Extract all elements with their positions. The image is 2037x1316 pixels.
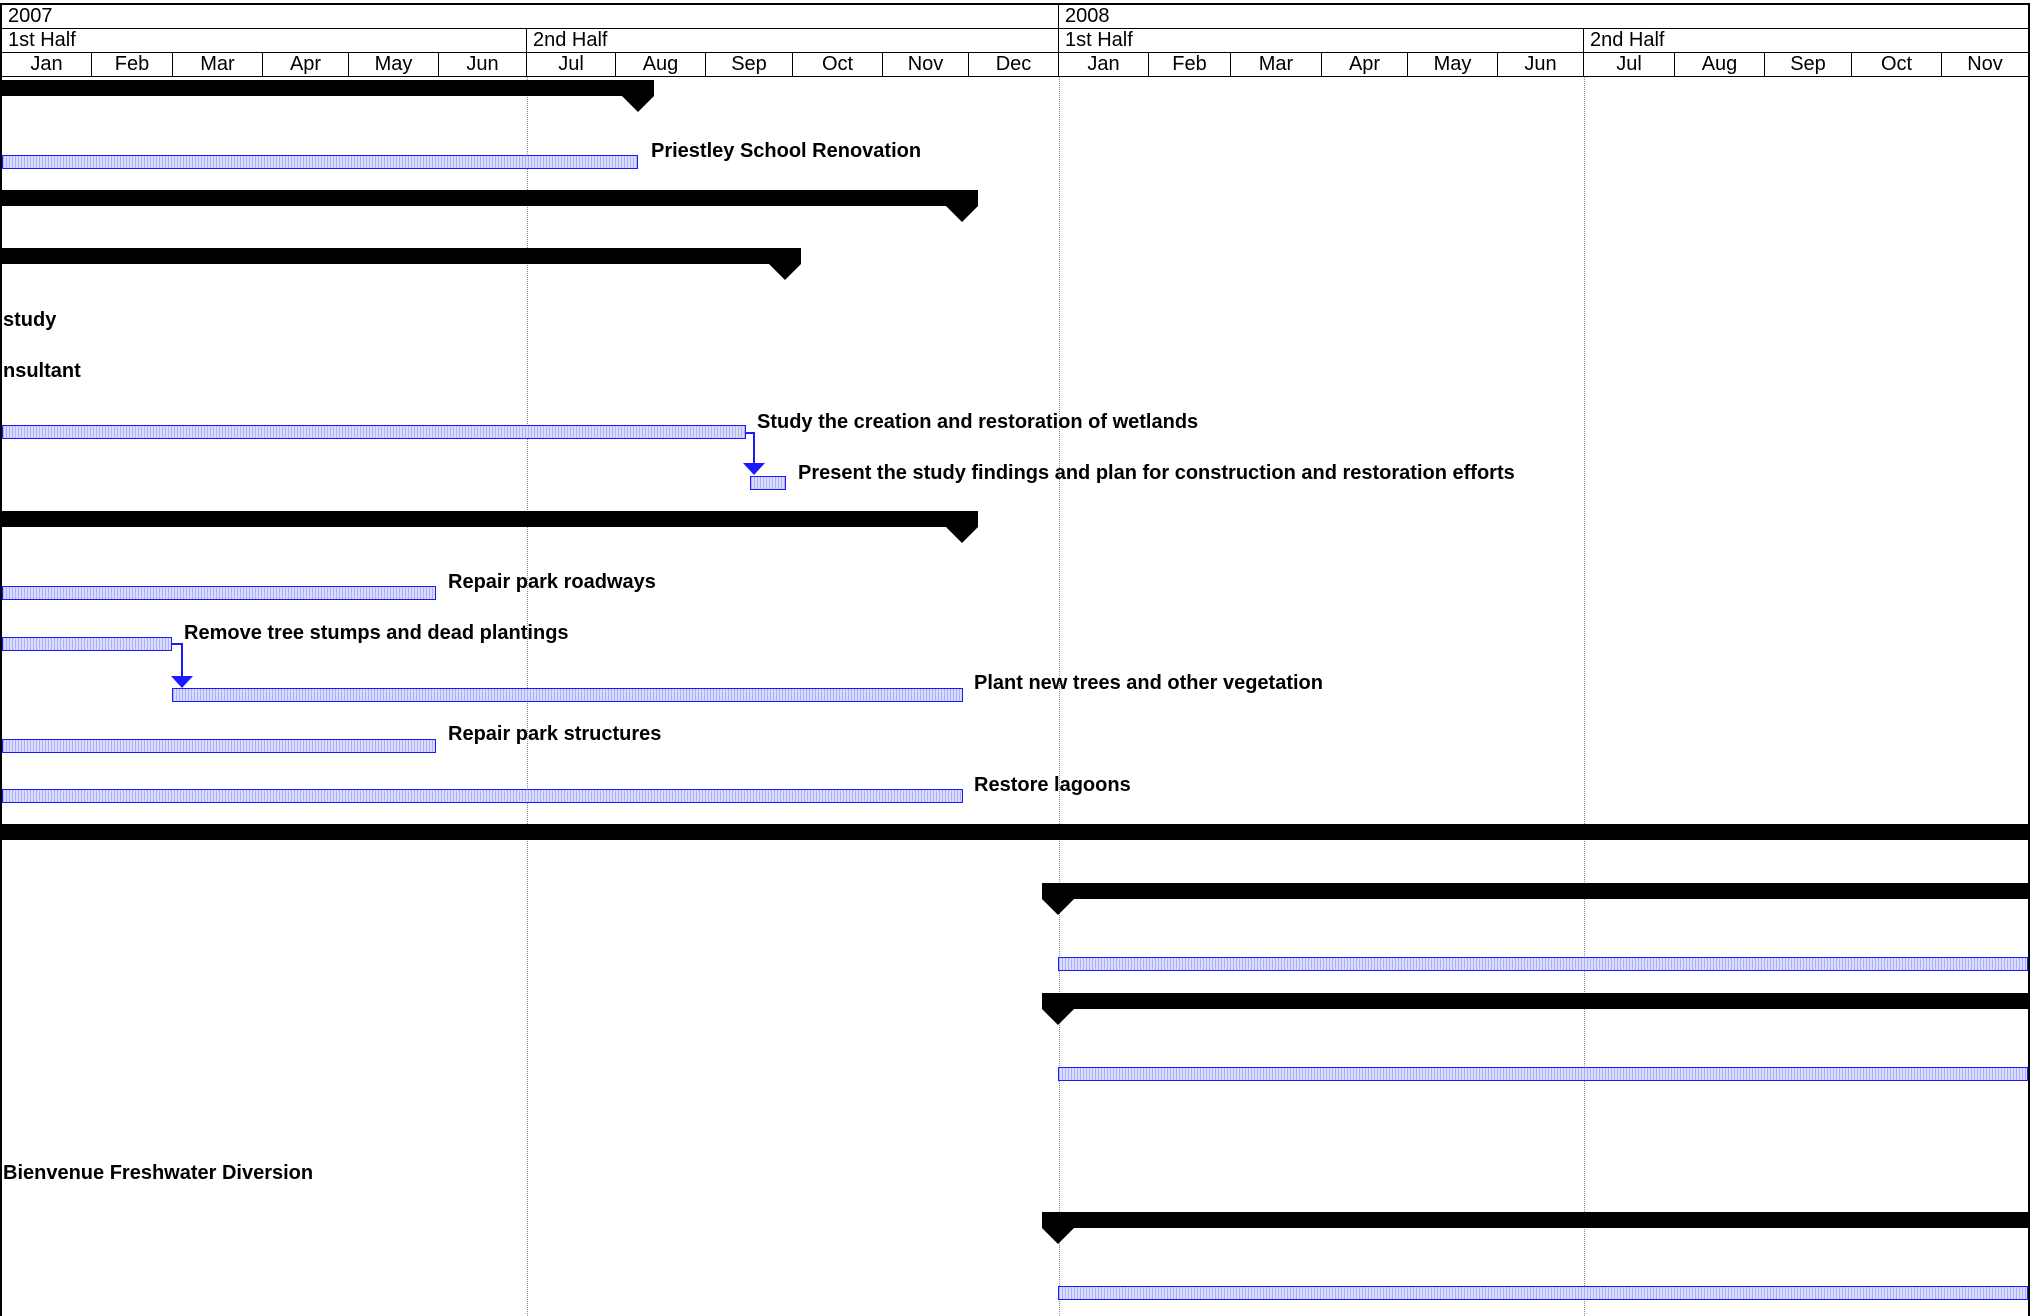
task-bar-study-wetlands[interactable] — [2, 425, 746, 439]
task-bar-plant-new-trees[interactable] — [172, 688, 963, 702]
task-bar-priestley-school-renovation[interactable] — [2, 155, 638, 169]
summary-bar[interactable] — [2, 824, 2028, 840]
month-header-aug-2008: Aug — [1675, 53, 1765, 77]
month-header-feb-2007: Feb — [92, 53, 173, 77]
month-header-jan-2007: Jan — [2, 53, 92, 77]
half-2007-1-header: 1st Half — [2, 29, 527, 53]
month-header-jun-2007: Jun — [439, 53, 527, 77]
dependency-line — [181, 643, 183, 677]
task-label-remove-tree-stumps: Remove tree stumps and dead plantings — [184, 622, 569, 644]
month-header-jan-2008: Jan — [1059, 53, 1149, 77]
task-bar-present-findings[interactable] — [750, 476, 786, 490]
half-2007-2-header: 2nd Half — [527, 29, 1059, 53]
truncated-row-label-consultant: nsultant — [3, 360, 81, 382]
task-label-restore-lagoons: Restore lagoons — [974, 774, 1131, 796]
task-label-priestley-school-renovation: Priestley School Renovation — [651, 140, 922, 162]
month-header-apr-2007: Apr — [263, 53, 349, 77]
task-bar-repair-park-roadways[interactable] — [2, 586, 436, 600]
summary-start-marker-tip — [1042, 899, 1074, 915]
summary-bar[interactable] — [1058, 993, 2028, 1009]
month-header-apr-2008: Apr — [1322, 53, 1408, 77]
half-2008-1-header: 1st Half — [1059, 29, 1584, 53]
summary-bar[interactable] — [2, 190, 977, 206]
task-bar[interactable] — [1058, 957, 2028, 971]
month-header-jul-2008: Jul — [1584, 53, 1675, 77]
month-header-dec-2007: Dec — [969, 53, 1059, 77]
summary-end-marker-tip — [769, 264, 801, 280]
month-header-nov-2008: Nov — [1942, 53, 2029, 77]
month-header-sep-2007: Sep — [706, 53, 793, 77]
month-header-may-2008: May — [1408, 53, 1498, 77]
task-bar[interactable] — [1058, 1286, 2028, 1300]
task-bar-repair-park-structures[interactable] — [2, 739, 436, 753]
month-header-sep-2008: Sep — [1765, 53, 1852, 77]
dependency-line — [753, 432, 755, 464]
dependency-arrow-icon — [171, 676, 193, 688]
summary-bar[interactable] — [2, 80, 638, 96]
summary-end-marker — [946, 190, 978, 206]
month-header-jun-2008: Jun — [1498, 53, 1584, 77]
task-label-study-wetlands: Study the creation and restoration of we… — [757, 411, 1199, 433]
summary-bar[interactable] — [1058, 1212, 2028, 1228]
task-bar-restore-lagoons[interactable] — [2, 789, 963, 803]
month-header-mar-2008: Mar — [1231, 53, 1322, 77]
task-label-repair-park-roadways: Repair park roadways — [448, 571, 656, 593]
summary-end-marker — [946, 511, 978, 527]
truncated-row-label-study: study — [3, 309, 57, 331]
summary-end-marker-tip — [622, 96, 654, 112]
month-header-feb-2008: Feb — [1149, 53, 1231, 77]
summary-end-marker — [622, 80, 654, 96]
gridline-2008-h1 — [1059, 77, 1060, 1316]
gridline-2008-h2 — [1584, 77, 1585, 1316]
summary-bar[interactable] — [2, 511, 977, 527]
task-label-plant-new-trees: Plant new trees and other vegetation — [974, 672, 1323, 694]
task-bar[interactable] — [1058, 1067, 2028, 1081]
summary-end-marker — [769, 248, 801, 264]
month-header-may-2007: May — [349, 53, 439, 77]
year-2008-header: 2008 — [1059, 5, 2029, 29]
gantt-chart: 2007 2008 1st Half 2nd Half 1st Half 2nd… — [0, 0, 2037, 1316]
summary-start-marker-tip — [1042, 1228, 1074, 1244]
month-header-mar-2007: Mar — [173, 53, 263, 77]
summary-start-marker-tip — [1042, 1009, 1074, 1025]
task-bar-remove-tree-stumps[interactable] — [2, 637, 172, 651]
month-header-nov-2007: Nov — [883, 53, 969, 77]
summary-bar[interactable] — [2, 248, 800, 264]
summary-end-marker-tip — [946, 527, 978, 543]
summary-end-marker-tip — [946, 206, 978, 222]
task-label-repair-park-structures: Repair park structures — [448, 723, 662, 745]
month-header-oct-2008: Oct — [1852, 53, 1942, 77]
month-header-oct-2007: Oct — [793, 53, 883, 77]
summary-bar[interactable] — [1058, 883, 2028, 899]
row-label-bienvenue-freshwater-diversion: Bienvenue Freshwater Diversion — [3, 1162, 314, 1184]
year-2007-header: 2007 — [2, 5, 1059, 29]
month-header-jul-2007: Jul — [527, 53, 616, 77]
task-label-present-findings: Present the study findings and plan for … — [798, 462, 1515, 484]
month-header-aug-2007: Aug — [616, 53, 706, 77]
half-2008-2-header: 2nd Half — [1584, 29, 2029, 53]
dependency-arrow-icon — [743, 463, 765, 475]
